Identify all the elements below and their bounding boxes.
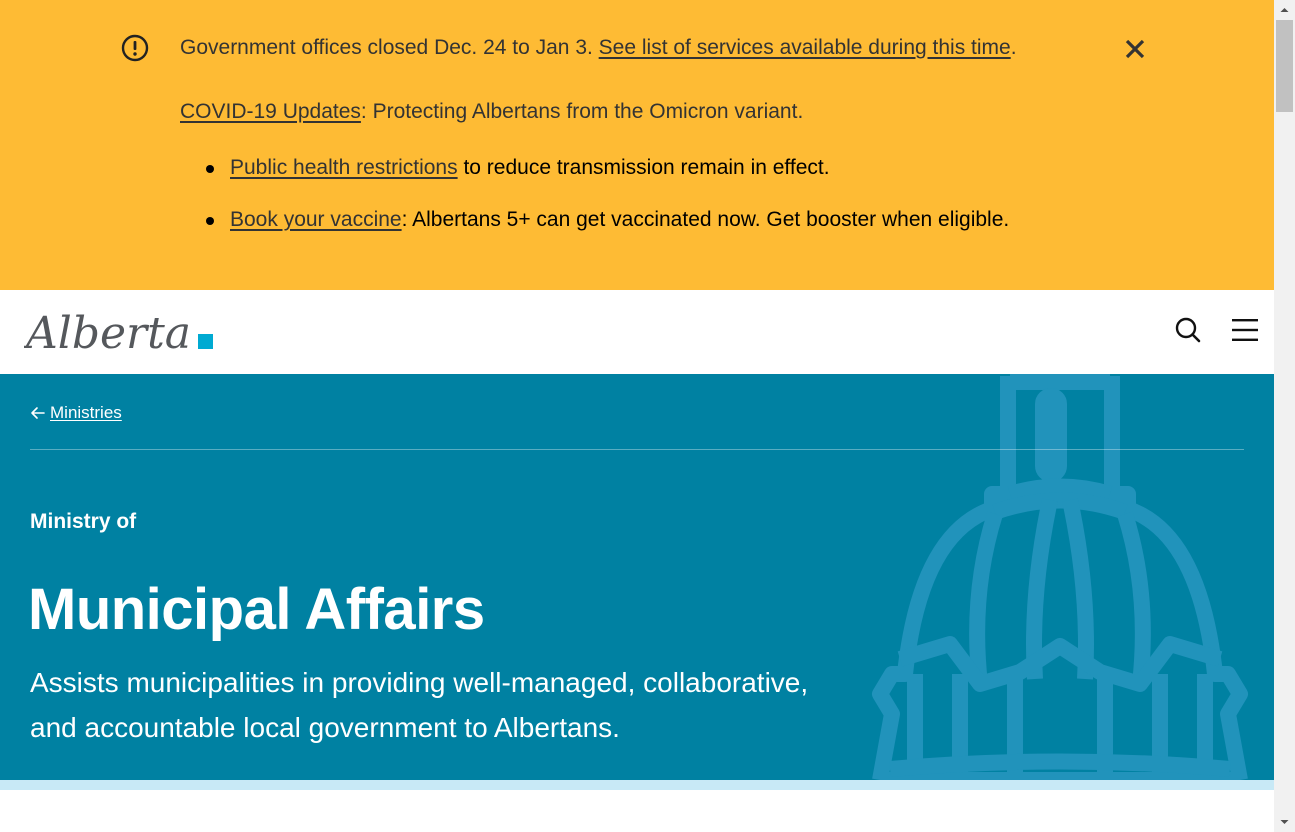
logo-wordmark: Alberta <box>24 308 191 359</box>
exclamation-circle-icon <box>121 34 149 62</box>
services-list-link[interactable]: See list of services available during th… <box>599 36 1011 59</box>
office-closure-period: . <box>1010 36 1017 59</box>
page-viewport: Government offices closed Dec. 24 to Jan… <box>0 0 1274 832</box>
alberta-logo[interactable]: Alberta <box>24 304 216 360</box>
list-item: Public health restrictions to reduce tra… <box>180 154 1009 182</box>
hero-accent-stripe <box>0 780 1274 790</box>
scroll-down-arrow-icon[interactable] <box>1274 812 1295 832</box>
vertical-scrollbar[interactable] <box>1274 0 1295 832</box>
office-closure-text: Government offices closed Dec. 24 to Jan… <box>180 36 599 59</box>
office-closure-notice: Government offices closed Dec. 24 to Jan… <box>180 34 1017 62</box>
legislature-dome-icon <box>872 374 1248 780</box>
close-icon[interactable] <box>1122 36 1148 62</box>
ministry-hero: Ministries Ministry of Municipal Affairs… <box>0 374 1274 780</box>
covid-notice-text: : Protecting Albertans from the Omicron … <box>360 100 804 123</box>
page-description: Assists municipalities in providing well… <box>30 667 809 743</box>
health-restrictions-link[interactable]: Public health restrictions <box>230 156 458 179</box>
bullet-icon <box>206 165 214 173</box>
book-vaccine-link[interactable]: Book your vaccine <box>230 208 402 231</box>
divider <box>30 449 1244 450</box>
breadcrumb: Ministries <box>30 402 122 424</box>
covid-notice: COVID-19 Updates: Protecting Albertans f… <box>180 98 803 126</box>
hamburger-menu-icon[interactable] <box>1230 316 1260 344</box>
list-item-text: to reduce transmission remain in effect. <box>457 156 830 179</box>
scrollbar-thumb[interactable] <box>1276 20 1293 112</box>
breadcrumb-ministries-link[interactable]: Ministries <box>50 402 122 424</box>
site-header: Alberta <box>0 290 1274 374</box>
notice-banner: Government offices closed Dec. 24 to Jan… <box>0 0 1274 290</box>
scroll-up-arrow-icon[interactable] <box>1274 0 1295 20</box>
search-icon[interactable] <box>1174 316 1202 344</box>
list-item-text: : Albertans 5+ can get vaccinated now. G… <box>401 208 1010 231</box>
arrow-left-icon <box>31 407 45 419</box>
covid-bullet-list: Public health restrictions to reduce tra… <box>180 154 1009 234</box>
page-title: Municipal Affairs <box>28 576 485 642</box>
page-kicker: Ministry of <box>30 510 137 533</box>
list-item: Book your vaccine: Albertans 5+ can get … <box>180 206 1009 234</box>
covid-updates-link[interactable]: COVID-19 Updates <box>180 100 361 123</box>
bullet-icon <box>206 217 214 225</box>
